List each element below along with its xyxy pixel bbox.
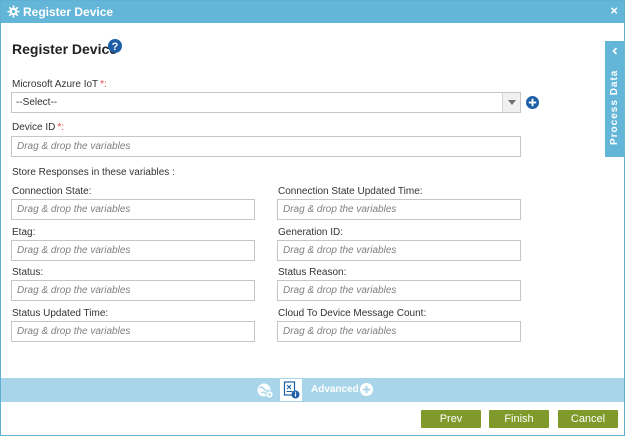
- generation-id-label: Generation ID:: [278, 227, 344, 238]
- add-connection-icon[interactable]: [526, 96, 539, 109]
- cancel-button[interactable]: Cancel: [558, 410, 618, 428]
- status-updated-time-label: Status Updated Time:: [12, 308, 109, 319]
- azure-iot-label-text: Microsoft Azure IoT: [12, 79, 99, 90]
- gear-icon: [7, 5, 20, 18]
- dropdown-toggle[interactable]: [502, 93, 520, 112]
- plus-circle-icon[interactable]: [360, 383, 373, 396]
- status-reason-label: Status Reason:: [278, 267, 347, 278]
- azure-iot-select-value: --Select--: [16, 97, 58, 108]
- required-marker: *:: [100, 79, 107, 90]
- close-icon[interactable]: ×: [610, 4, 618, 18]
- register-device-dialog: Register Device × Register Device ? Proc…: [0, 0, 625, 436]
- etag-field[interactable]: Drag & drop the variables: [11, 240, 255, 261]
- etag-label: Etag:: [12, 227, 36, 238]
- title-bar: Register Device ×: [1, 1, 624, 23]
- azure-iot-select[interactable]: --Select--: [11, 92, 521, 113]
- chevron-left-icon: [612, 47, 618, 55]
- document-info-button[interactable]: [280, 379, 302, 401]
- responses-section-label: Store Responses in these variables :: [12, 167, 175, 178]
- prev-button[interactable]: Prev: [421, 410, 481, 428]
- window-title: Register Device: [23, 5, 114, 19]
- cloud-to-device-message-count-field[interactable]: Drag & drop the variables: [277, 321, 521, 342]
- status-reason-field[interactable]: Drag & drop the variables: [277, 280, 521, 301]
- help-icon[interactable]: ?: [108, 39, 122, 53]
- svg-text:?: ?: [112, 41, 119, 53]
- device-id-label: Device ID *:: [12, 122, 64, 134]
- process-data-label: Process Data: [609, 69, 620, 145]
- azure-iot-label: Microsoft Azure IoT *:: [12, 79, 107, 91]
- cloud-to-device-message-count-label: Cloud To Device Message Count:: [278, 308, 427, 319]
- document-info-icon: [283, 381, 300, 399]
- connection-state-updated-time-field[interactable]: Drag & drop the variables: [277, 199, 521, 220]
- status-field[interactable]: Drag & drop the variables: [11, 280, 255, 301]
- connection-state-label: Connection State:: [12, 186, 92, 197]
- device-id-field[interactable]: Drag & drop the variables: [11, 136, 521, 157]
- status-label: Status:: [12, 267, 44, 278]
- required-marker: *:: [57, 122, 65, 133]
- connection-state-updated-time-label: Connection State Updated Time:: [278, 186, 423, 197]
- process-data-tab[interactable]: Process Data: [605, 41, 625, 157]
- connection-state-field[interactable]: Drag & drop the variables: [11, 199, 255, 220]
- device-id-label-text: Device ID: [12, 122, 56, 133]
- page-title: Register Device: [12, 41, 118, 57]
- globe-gear-icon[interactable]: [256, 381, 274, 399]
- status-updated-time-field[interactable]: Drag & drop the variables: [11, 321, 255, 342]
- advanced-toolbar: Advanced: [1, 378, 624, 402]
- advanced-label[interactable]: Advanced: [311, 384, 359, 396]
- finish-button[interactable]: Finish: [489, 410, 549, 428]
- generation-id-field[interactable]: Drag & drop the variables: [277, 240, 521, 261]
- chevron-down-icon: [508, 100, 516, 105]
